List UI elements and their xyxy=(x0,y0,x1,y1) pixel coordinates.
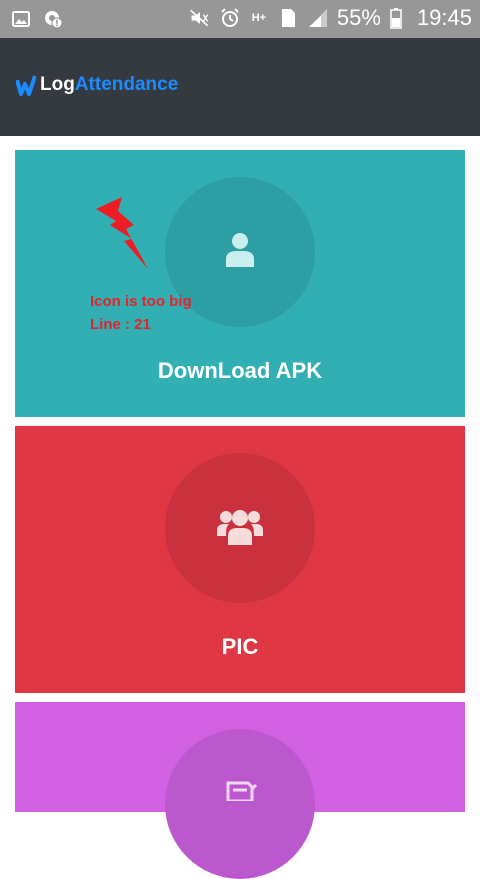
status-right: H+ 55% 19:45 xyxy=(189,5,472,31)
clock-time: 19:45 xyxy=(416,5,472,30)
brand-logo-link[interactable]: Log Attendance xyxy=(15,74,179,96)
third-card[interactable] xyxy=(15,702,465,879)
status-left xyxy=(10,8,64,30)
lightning-bolt-icon xyxy=(90,197,170,281)
download-apk-card[interactable]: Icon is too big Line : 21 DownLoad APK xyxy=(15,150,465,417)
alarm-icon xyxy=(219,7,241,29)
users-icon xyxy=(216,506,264,550)
signal-icon xyxy=(307,7,329,29)
card-icon-circle xyxy=(165,729,315,879)
annotation-line-2: Line : 21 xyxy=(90,316,151,333)
settings-alert-icon xyxy=(42,8,64,30)
hplus-network-icon: H+ xyxy=(251,12,267,24)
sim1-icon xyxy=(277,7,299,29)
pic-card[interactable]: PIC xyxy=(15,426,465,693)
brand-name-log: Log xyxy=(40,74,75,95)
battery-percent: 55% xyxy=(336,5,381,30)
card-label-download-apk: DownLoad APK xyxy=(157,358,323,383)
document-icon xyxy=(222,781,258,805)
annotation-line-1: Icon is too big xyxy=(90,293,192,310)
annotation-text: Icon is too big Line : 21 xyxy=(90,290,192,336)
battery-icon xyxy=(389,7,403,29)
card-label-pic: PIC xyxy=(221,634,259,659)
card-icon-circle xyxy=(165,453,315,603)
user-icon xyxy=(224,231,256,273)
app-header: Log Attendance xyxy=(0,38,480,136)
brand-name-attendance: Attendance xyxy=(74,74,179,95)
mute-icon xyxy=(189,7,211,29)
image-icon xyxy=(10,8,32,30)
status-bar: H+ 55% 19:45 xyxy=(0,0,480,38)
logo-icon xyxy=(15,74,37,96)
